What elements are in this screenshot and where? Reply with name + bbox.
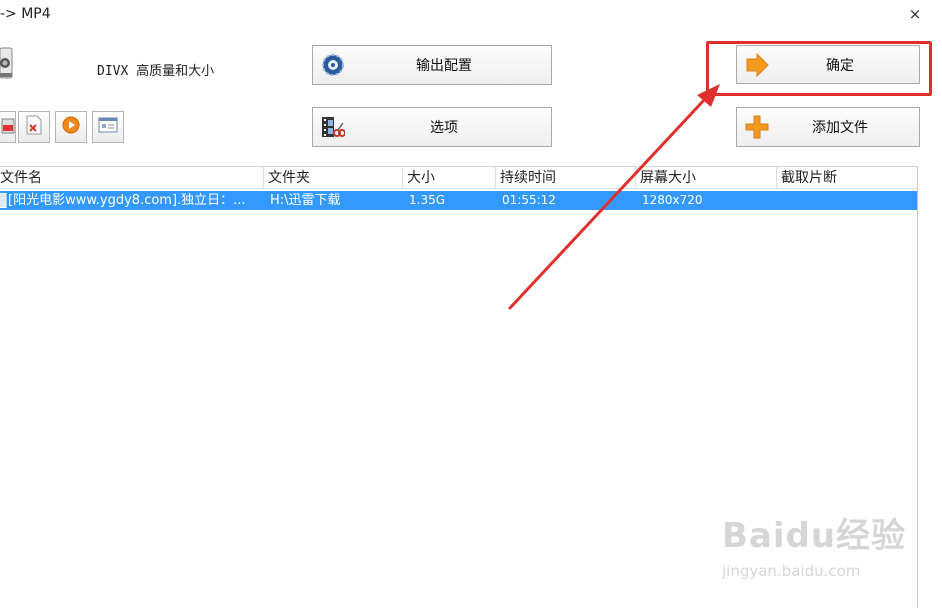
- watermark-logo: Baidu经验: [722, 516, 907, 556]
- output-config-label: 输出配置: [416, 58, 472, 74]
- column-header-folder[interactable]: 文件夹: [264, 167, 403, 189]
- ok-button[interactable]: 确定: [736, 45, 920, 84]
- info-card-icon: [98, 117, 118, 137]
- remove-icon: [1, 116, 15, 138]
- film-scissors-icon: [321, 115, 346, 139]
- watermark-url: jingyan.baidu.com: [722, 562, 861, 580]
- camera-profile-icon: [0, 46, 14, 80]
- toolbar-delete-button[interactable]: [18, 111, 50, 143]
- toolbar-info-button[interactable]: [92, 111, 124, 143]
- column-header-size[interactable]: 大小: [403, 167, 496, 189]
- orange-plus-icon: [745, 115, 769, 139]
- column-header-resolution[interactable]: 屏幕大小: [636, 167, 777, 189]
- baidu-watermark: Baidu经验 jingyan.baidu.com: [722, 508, 922, 584]
- column-header-filename[interactable]: 文件名: [0, 167, 264, 189]
- delete-file-icon: [25, 115, 43, 139]
- profile-label: DIVX 高质量和大小: [97, 64, 215, 79]
- table-row[interactable]: [阳光电影www.ygdy8.com].独立日：... H:\迅雷下载 1.35…: [0, 191, 917, 210]
- cell-duration: 01:55:12: [502, 193, 556, 207]
- cell-folder: H:\迅雷下载: [270, 193, 341, 208]
- toolbar-remove-button[interactable]: [0, 111, 16, 143]
- cell-filename: [阳光电影www.ygdy8.com].独立日：...: [8, 193, 246, 208]
- close-icon[interactable]: ×: [908, 6, 922, 22]
- cell-size: 1.35G: [409, 193, 446, 207]
- cell-resolution: 1280x720: [642, 193, 703, 207]
- add-file-button[interactable]: 添加文件: [736, 107, 920, 147]
- cell-clip: [783, 191, 913, 210]
- options-button[interactable]: 选项: [312, 107, 552, 147]
- orange-arrow-right-icon: [745, 52, 769, 77]
- column-header-clip[interactable]: 截取片断: [777, 167, 917, 189]
- file-icon: [0, 193, 7, 208]
- toolbar-play-button[interactable]: [55, 111, 87, 143]
- gear-disc-icon: [321, 53, 345, 77]
- options-label: 选项: [430, 120, 458, 136]
- window-title: -> MP4: [0, 6, 51, 22]
- column-header-duration[interactable]: 持续时间: [496, 167, 636, 189]
- play-icon: [62, 116, 80, 138]
- output-config-button[interactable]: 输出配置: [312, 45, 552, 85]
- table-header: 文件名 文件夹 大小 持续时间 屏幕大小 截取片断: [0, 167, 917, 189]
